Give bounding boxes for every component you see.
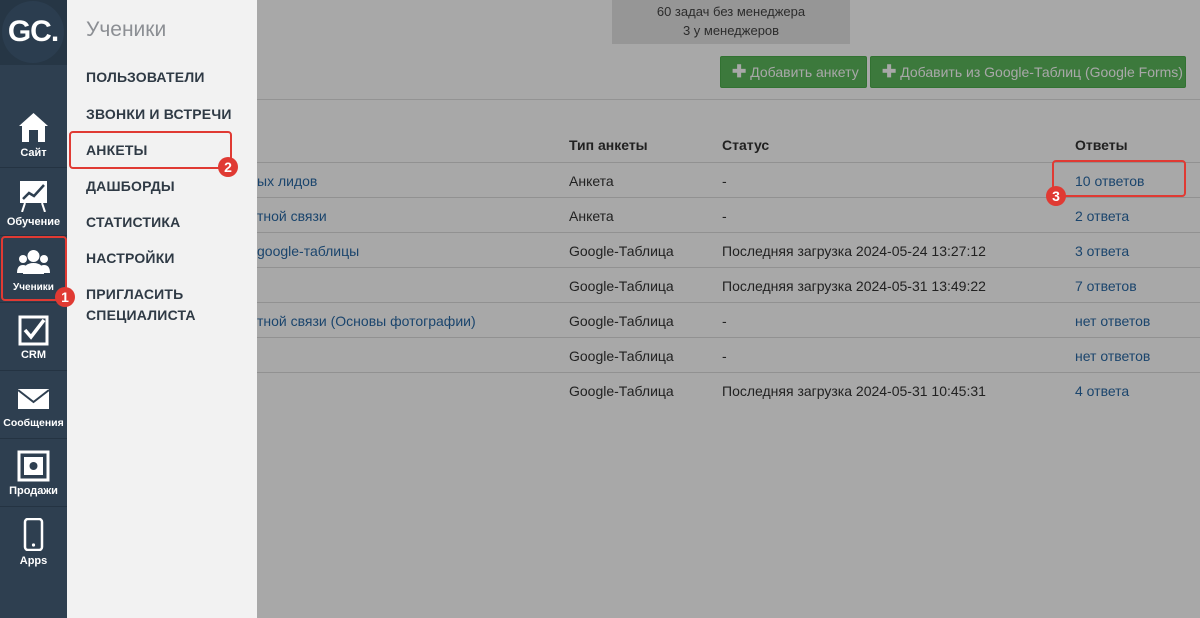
logo-mark: GC. [2,1,64,63]
phone-icon [23,518,44,551]
add-gsheet-label: Добавить из Google-Таблиц (Google Forms) [900,64,1183,80]
form-name-link[interactable]: тной связи [257,208,327,224]
panel-title: Ученики [86,18,167,41]
checkbox-icon [18,315,49,346]
nav-crm[interactable]: CRM [0,304,67,371]
form-name-link[interactable]: тной связи (Основы фотографии) [257,313,476,329]
form-type: Анкета [569,208,614,224]
plus-icon: ✚ [882,62,897,81]
form-status: - [722,348,727,364]
nav-messages-label: Сообщения [3,417,64,429]
highlight-forms [69,131,232,169]
tasks-summary[interactable]: 60 задач без менеджера 3 у менеджеров [612,0,850,44]
add-from-google-sheets-button[interactable]: ✚ Добавить из Google-Таблиц (Google Forms… [870,56,1186,88]
answers-link[interactable]: нет ответов [1075,313,1150,329]
form-type: Google-Таблица [569,278,674,294]
divider [257,99,1200,100]
add-form-label: Добавить анкету [750,64,859,80]
tasks-with-managers: 3 у менеджеров [682,23,780,38]
answers-link[interactable]: 4 ответа [1075,383,1129,399]
nav-sales[interactable]: Продажи [0,440,67,507]
students-submenu-panel: Ученики ПОЛЬЗОВАТЕЛИ ЗВОНКИ И ВСТРЕЧИ АН… [67,0,257,618]
form-status: - [722,173,727,189]
envelope-icon [17,389,50,409]
submenu-item-settings[interactable]: НАСТРОЙКИ [86,248,175,269]
annotation-1: 1 [55,287,75,307]
row-divider [257,232,1200,233]
form-type: Google-Таблица [569,313,674,329]
icon-sidebar: GC. Сайт Обучение Ученики CRM Сообщения … [0,0,67,618]
chart-easel-icon [20,181,47,212]
row-divider [257,372,1200,373]
nav-sales-label: Продажи [9,485,58,497]
submenu-item-invite-specialist[interactable]: ПРИГЛАСИТЬ СПЕЦИАЛИСТА [86,284,226,326]
logo[interactable]: GC. [0,0,67,65]
form-type: Google-Таблица [569,383,674,399]
row-divider [257,267,1200,268]
safe-icon [17,450,50,482]
highlight-answers [1052,160,1186,197]
form-status: Последняя загрузка 2024-05-31 13:49:22 [722,278,986,294]
nav-crm-label: CRM [20,349,47,361]
submenu-item-users[interactable]: ПОЛЬЗОВАТЕЛИ [86,67,205,88]
column-header-answers: Ответы [1075,137,1128,153]
annotation-3: 3 [1046,186,1066,206]
form-name-link[interactable]: ых лидов [257,173,317,189]
tasks-without-manager: 60 задач без менеджера [656,4,806,19]
home-icon [19,113,48,142]
column-header-status: Статус [722,137,770,153]
nav-learning[interactable]: Обучение [0,169,67,236]
answers-link[interactable]: 3 ответа [1075,243,1129,259]
form-status: Последняя загрузка 2024-05-31 10:45:31 [722,383,986,399]
row-divider [257,337,1200,338]
answers-link[interactable]: 7 ответов [1075,278,1137,294]
submenu-item-dashboards[interactable]: ДАШБОРДЫ [86,176,175,197]
submenu-item-calls-meetings[interactable]: ЗВОНКИ И ВСТРЕЧИ [86,104,232,125]
nav-site-label: Сайт [20,147,47,159]
nav-messages[interactable]: Сообщения [0,372,67,439]
form-status: - [722,313,727,329]
submenu-item-statistics[interactable]: СТАТИСТИКА [86,212,181,233]
row-divider [257,302,1200,303]
form-type: Google-Таблица [569,348,674,364]
column-header-type: Тип анкеты [569,137,648,153]
add-form-button[interactable]: ✚ Добавить анкету [720,56,867,88]
form-type: Google-Таблица [569,243,674,259]
nav-learning-label: Обучение [6,216,61,228]
nav-site[interactable]: Сайт [0,101,67,168]
answers-link[interactable]: нет ответов [1075,348,1150,364]
answers-link[interactable]: 2 ответа [1075,208,1129,224]
logo-text: GC. [7,15,59,48]
form-status: Последняя загрузка 2024-05-24 13:27:12 [722,243,986,259]
form-type: Анкета [569,173,614,189]
annotation-2: 2 [218,157,238,177]
plus-icon: ✚ [732,62,747,81]
nav-apps[interactable]: Apps [0,508,67,575]
form-status: - [722,208,727,224]
form-name-link[interactable]: google-таблицы [257,243,359,259]
nav-apps-label: Apps [19,555,48,567]
